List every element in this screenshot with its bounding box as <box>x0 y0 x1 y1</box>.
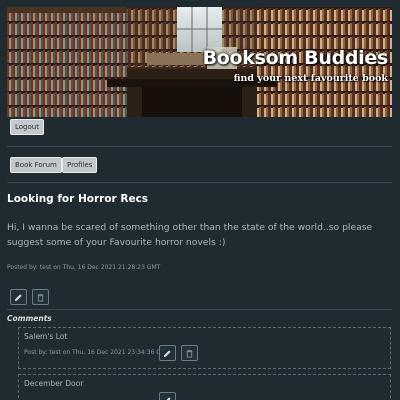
comment-meta: Post by: test on Thu, 16 Dec 2021 23:34:… <box>24 349 170 356</box>
post-body: Hi, I wanna be scared of something other… <box>7 222 373 248</box>
comment-title: Salem's Lot <box>24 332 68 341</box>
comment-item: Salem's Lot Post by: test on Thu, 16 Dec… <box>18 327 391 369</box>
post-title: Looking for Horror Recs <box>7 193 149 205</box>
divider <box>7 146 392 147</box>
trash-icon <box>186 349 193 358</box>
site-title: Booksom Buddies <box>202 47 389 69</box>
header-banner: Booksom Buddies find your next favourite… <box>7 7 392 117</box>
site-tagline: find your next favourite book <box>233 73 388 84</box>
post-meta: Posted by: test on Thu, 16 Dec 2021 21:2… <box>7 264 161 271</box>
comment-item: December Door <box>18 374 391 400</box>
profiles-button[interactable]: Profiles <box>62 157 98 173</box>
delete-post-button[interactable] <box>32 289 49 305</box>
comment-title: December Door <box>24 379 84 388</box>
edit-post-button[interactable] <box>10 289 27 305</box>
pencil-icon <box>165 396 171 400</box>
divider <box>7 182 392 183</box>
trash-icon <box>37 293 44 302</box>
book-forum-button[interactable]: Book Forum <box>10 157 62 173</box>
divider <box>7 309 392 310</box>
edit-comment-button[interactable] <box>159 392 176 400</box>
pencil-icon <box>163 349 171 357</box>
delete-comment-button[interactable] <box>181 345 198 361</box>
pencil-icon <box>14 293 22 301</box>
comments-heading: Comments <box>7 314 52 323</box>
edit-comment-button[interactable] <box>159 345 176 361</box>
logout-button[interactable]: Logout <box>10 119 44 135</box>
